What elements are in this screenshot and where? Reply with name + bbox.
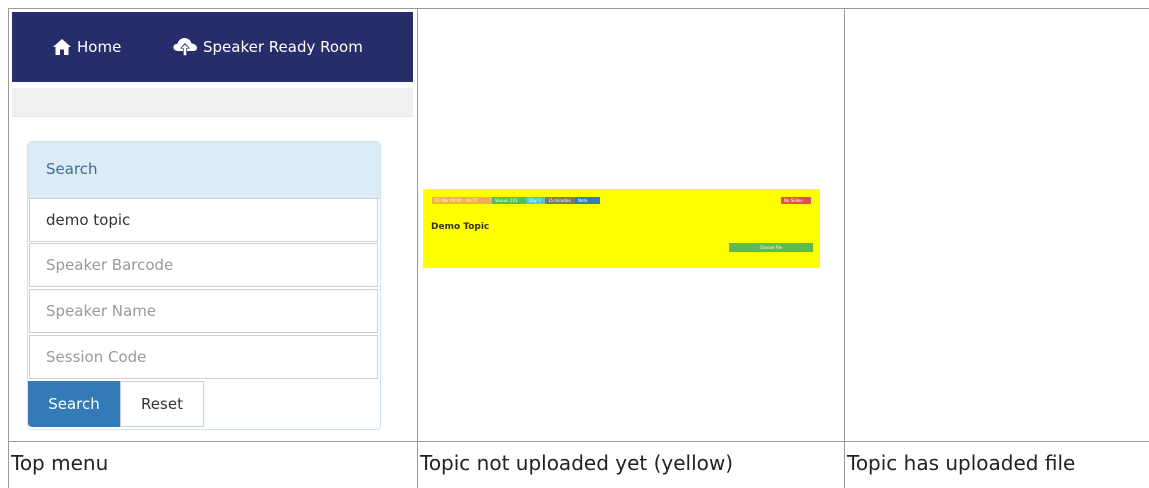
speaker-barcode-field: [29, 243, 378, 287]
speaker-name-field: [29, 289, 378, 333]
topic-day-tag: Day 1: [526, 197, 547, 204]
table-top-border: [8, 8, 1149, 9]
caption-topic-uploaded: Topic has uploaded file: [847, 451, 1076, 475]
cloud-upload-icon: [173, 38, 197, 56]
search-panel-title: Search: [46, 160, 98, 178]
nav-home-link[interactable]: Home: [52, 12, 121, 82]
topic-time-tag: 01 Mar 09:00 - 09:15: [432, 197, 494, 204]
no-slides-badge: No Slides: [781, 197, 811, 204]
reset-button[interactable]: Reset: [120, 381, 204, 427]
speaker-name-input[interactable]: [30, 290, 377, 332]
top-navbar: Home Speaker Ready Room: [12, 12, 413, 82]
topic-title: Demo Topic: [431, 222, 490, 232]
search-button[interactable]: Search: [28, 381, 120, 427]
table-row-divider: [8, 441, 1149, 442]
table-left-border: [8, 8, 9, 488]
search-panel: Search Search Reset: [27, 141, 381, 430]
topic-card-not-uploaded: 01 Mar 09:00 - 09:15 Venue: 101 Day 1 15…: [423, 189, 820, 268]
topic-duration-tag: 15 minutes: [545, 197, 578, 204]
table-column-divider-2: [844, 8, 845, 488]
choose-file-button[interactable]: Choose File: [729, 243, 813, 252]
session-code-field: [29, 335, 378, 379]
caption-topic-not-uploaded: Topic not uploaded yet (yellow): [420, 451, 734, 475]
nav-speaker-ready-room-label: Speaker Ready Room: [203, 38, 363, 56]
nav-speaker-ready-room-link[interactable]: Speaker Ready Room: [172, 12, 363, 82]
speaker-barcode-input[interactable]: [30, 244, 377, 286]
home-icon: [53, 39, 71, 55]
caption-top-menu: Top menu: [11, 451, 109, 475]
documentation-table: Home Speaker Ready Room Search Search: [0, 0, 1149, 488]
topic-note-tag[interactable]: Note: [575, 197, 600, 204]
session-code-input[interactable]: [30, 336, 377, 378]
nav-home-label: Home: [77, 38, 122, 56]
topic-field: [29, 198, 378, 242]
breadcrumb-bar: [12, 88, 413, 117]
search-panel-heading: Search: [28, 142, 380, 199]
topic-venue-tag: Venue: 101: [492, 197, 528, 204]
table-column-divider-1: [417, 8, 418, 488]
topic-input[interactable]: [30, 199, 377, 241]
